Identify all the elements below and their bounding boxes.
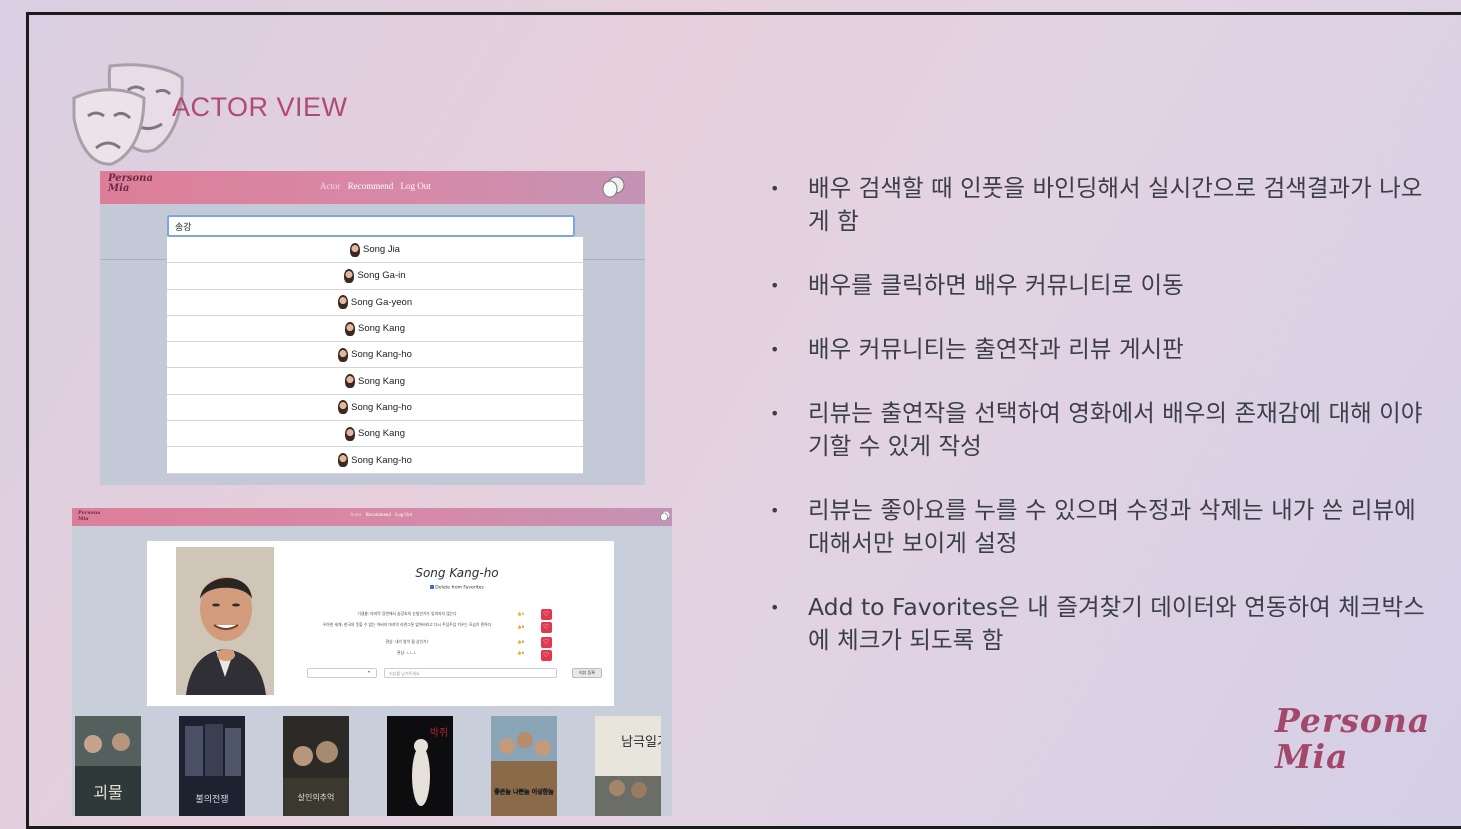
search-result-item[interactable]: Song Kang	[167, 315, 583, 343]
poster-title: 살인의추억	[298, 792, 335, 802]
logo-line2: Mia	[1275, 737, 1349, 776]
poster-title: 남극일기	[621, 735, 661, 750]
result-label: Song Kang	[357, 428, 405, 440]
navbar: Persona Mia Actor Recommend Log Out	[72, 508, 672, 526]
poster-title: 불의전쟁	[195, 794, 228, 805]
like-count[interactable]: 👍0	[517, 639, 524, 644]
nav-recommend-link[interactable]: Recommend	[348, 181, 394, 191]
masks-icon[interactable]	[601, 176, 625, 198]
result-label: Song Kang	[357, 323, 405, 335]
slide-left-border	[26, 12, 29, 829]
movie-poster-4[interactable]: 박쥐	[387, 716, 453, 816]
feature-item: 리뷰는 좋아요를 누를 수 있으며 수정과 삭제는 내가 쓴 리뷰에 대해서만 …	[770, 494, 1430, 560]
actor-avatar	[344, 268, 355, 283]
nav-actor-link[interactable]: Actor	[320, 181, 341, 191]
nav-links: Actor Recommend Log Out	[320, 181, 436, 191]
nav-links: Actor Recommend Log Out	[350, 513, 415, 518]
actor-avatar	[344, 374, 355, 389]
movie-poster-6[interactable]: 남극일기	[595, 716, 661, 816]
actor-avatar	[338, 347, 349, 362]
movie-poster-2[interactable]: 불의전쟁	[179, 716, 245, 816]
search-result-item[interactable]: Song Ga-yeon	[167, 289, 583, 316]
like-button[interactable]	[541, 622, 552, 633]
like-button[interactable]	[541, 637, 552, 648]
nav-recommend-link[interactable]: Recommend	[366, 513, 391, 518]
like-value: 1	[521, 611, 525, 616]
nav-logout-link[interactable]: Log Out	[401, 181, 431, 191]
movie-poster-5[interactable]: 좋은놈 나쁜놈 이상한놈	[491, 716, 557, 816]
masks-icon[interactable]	[660, 510, 670, 522]
feature-item: 배우를 클릭하면 배우 커뮤니티로 이동	[770, 269, 1430, 302]
favorite-toggle[interactable]: Delete from Favorites	[337, 585, 577, 591]
brand-logo[interactable]: Persona Mia	[108, 174, 153, 194]
actor-avatar	[338, 400, 349, 415]
search-result-item[interactable]: Song Kang-ho	[167, 394, 583, 422]
result-label: Song Ga-in	[357, 270, 406, 282]
poster-title: 좋은놈 나쁜놈 이상한놈	[494, 788, 554, 796]
movie-select[interactable]: ▾	[307, 668, 377, 678]
like-count[interactable]: 👍0	[517, 624, 524, 629]
search-result-item[interactable]: Song Jia	[167, 237, 583, 264]
brand-logo[interactable]: Persona Mia	[78, 510, 100, 522]
poster-title: 괴물	[93, 783, 122, 802]
search-result-item[interactable]: Song Kang-ho	[167, 342, 583, 369]
like-value: 0	[521, 650, 525, 655]
search-result-item[interactable]: Song Kang-ho	[167, 447, 583, 474]
actor-detail-screenshot: Persona Mia Actor Recommend Log Out Song…	[72, 508, 672, 816]
review-text: 관상: 내가 왕이 될 상인가?	[385, 639, 429, 644]
result-label: Song Kang-ho	[351, 454, 412, 466]
actor-avatar	[344, 321, 355, 336]
slide-title: ACTOR VIEW	[172, 92, 348, 122]
result-label: Song Kang-ho	[351, 401, 412, 413]
actor-avatar	[338, 453, 349, 468]
feature-item: 배우 검색할 때 인풋을 바인딩해서 실시간으로 검색결과가 나오게 함	[770, 172, 1430, 238]
result-label: Song Kang-ho	[351, 349, 412, 361]
feature-item: Add to Favorites은 내 즐겨찾기 데이터와 연동하여 체크박스에…	[770, 591, 1430, 657]
nav-logout-link[interactable]: Log Out	[395, 513, 412, 518]
actor-portrait-icon	[176, 547, 274, 695]
feature-list: 배우 검색할 때 인풋을 바인딩해서 실시간으로 검색결과가 나오게 함 배우를…	[770, 172, 1430, 688]
search-result-item[interactable]: Song Kang	[167, 421, 583, 448]
actor-photo	[176, 547, 274, 695]
poster-title: 박쥐	[430, 727, 448, 739]
logo-line1: Persona	[1275, 701, 1431, 740]
actor-search-input[interactable]: 송강	[167, 215, 575, 237]
persona-mia-logo: Persona Mia	[1275, 703, 1430, 775]
actor-avatar	[337, 295, 348, 310]
actor-avatar	[344, 426, 355, 441]
review-input[interactable]: 리뷰를 남겨주세요	[384, 668, 557, 678]
like-value: 0	[521, 624, 525, 629]
movie-poster-3[interactable]: 살인의추억	[283, 716, 349, 816]
like-count[interactable]: 👍1	[517, 611, 524, 616]
favorite-label: Delete from Favorites	[435, 585, 484, 591]
search-screenshot: Persona Mia Actor Recommend Log Out 송강 S…	[100, 171, 645, 485]
feature-item: 리뷰는 출연작을 선택하여 영화에서 배우의 존재감에 대해 이야기할 수 있게…	[770, 397, 1430, 463]
review-text: 관상: ㄴㄴㄴ	[397, 650, 417, 655]
result-label: Song Ga-yeon	[350, 296, 413, 308]
favorite-checkbox[interactable]	[430, 585, 435, 589]
like-value: 0	[521, 639, 525, 644]
submit-review-button[interactable]: 리뷰 등록	[572, 668, 602, 678]
brand-line2: Mia	[78, 516, 89, 522]
like-button[interactable]	[541, 609, 552, 620]
result-label: Song Kang	[357, 375, 405, 387]
search-results-dropdown: Song Jia Song Ga-in Song Ga-yeon Song Ka…	[167, 237, 583, 474]
result-label: Song Jia	[363, 244, 400, 256]
review-text: 우아한 세계: 한국의 웃을 수 없는 아버지 마지막 라면그릇 엎어버리고 다…	[322, 622, 492, 627]
movie-poster-1[interactable]: 괴물	[75, 716, 141, 816]
review-text: 기생충: 마지막 장면에서 송강호의 눈빛연기가 잊혀지지 않는다	[357, 611, 457, 616]
actor-name: Song Kang-ho	[415, 566, 499, 580]
brand-line2: Mia	[108, 183, 130, 194]
actor-card: Song Kang-ho Delete from Favorites 기생충: …	[147, 541, 614, 706]
like-button[interactable]	[541, 650, 552, 661]
like-count[interactable]: 👍0	[517, 650, 524, 655]
actor-avatar	[350, 242, 360, 257]
feature-item: 배우 커뮤니티는 출연작과 리뷰 게시판	[770, 333, 1430, 366]
navbar: Persona Mia Actor Recommend Log Out	[100, 171, 645, 204]
search-result-item[interactable]: Song Kang	[167, 368, 583, 395]
slide-top-border	[26, 12, 1461, 15]
nav-actor-link[interactable]: Actor	[350, 513, 361, 518]
search-result-item[interactable]: Song Ga-in	[167, 263, 583, 290]
